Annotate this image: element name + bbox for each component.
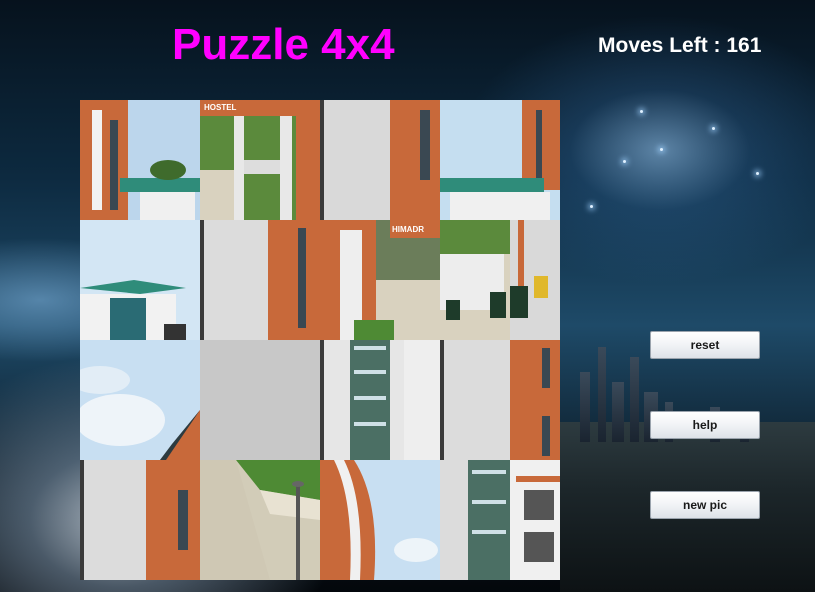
star xyxy=(590,205,593,208)
puzzle-tile[interactable] xyxy=(320,340,440,460)
puzzle-tile[interactable] xyxy=(440,220,560,340)
star xyxy=(640,110,643,113)
puzzle-tile[interactable] xyxy=(80,340,200,460)
puzzle-tile[interactable] xyxy=(440,460,560,580)
star xyxy=(756,172,759,175)
game-title: Puzzle 4x4 xyxy=(172,20,395,69)
star xyxy=(623,160,626,163)
star xyxy=(712,127,715,130)
star xyxy=(660,148,663,151)
puzzle-tile[interactable]: HIMADR xyxy=(320,220,440,340)
puzzle-tile[interactable] xyxy=(80,220,200,340)
puzzle-tile[interactable] xyxy=(200,220,320,340)
reset-button[interactable]: reset xyxy=(650,331,760,359)
help-button[interactable]: help xyxy=(650,411,760,439)
blank-tile[interactable] xyxy=(200,340,320,460)
svg-text:HOSTEL: HOSTEL xyxy=(204,103,237,112)
moves-left-counter: Moves Left : 161 xyxy=(598,34,762,57)
puzzle-tile[interactable] xyxy=(200,460,320,580)
puzzle-board: HOSTEL HIMADR xyxy=(80,100,560,580)
svg-text:HIMADR: HIMADR xyxy=(392,225,424,234)
puzzle-tile[interactable] xyxy=(80,460,200,580)
puzzle-tile[interactable] xyxy=(320,460,440,580)
puzzle-tile[interactable]: HOSTEL xyxy=(200,100,320,220)
puzzle-tile[interactable] xyxy=(80,100,200,220)
puzzle-tile[interactable] xyxy=(440,100,560,220)
puzzle-tile[interactable] xyxy=(320,100,440,220)
puzzle-tile[interactable] xyxy=(440,340,560,460)
new-pic-button[interactable]: new pic xyxy=(650,491,760,519)
